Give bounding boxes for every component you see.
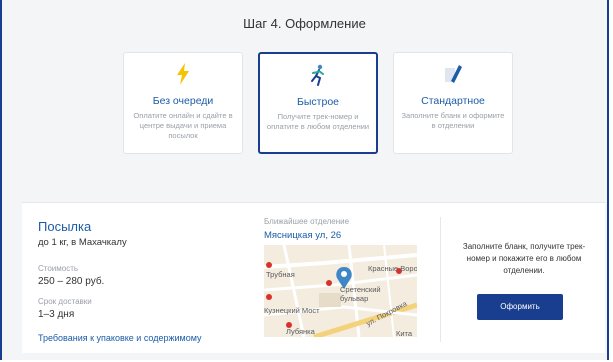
map-label: Сретенский bbox=[340, 285, 381, 294]
term-label: Срок доставки bbox=[38, 297, 92, 306]
nearest-office-address[interactable]: Мясницкая ул, 26 bbox=[264, 230, 341, 241]
parcel-subtitle: до 1 кг, в Махачкалу bbox=[38, 237, 127, 248]
nearest-office-label: Ближайшее отделение bbox=[264, 217, 350, 226]
map-label: Кузнецкий Мост bbox=[264, 306, 320, 315]
map-label: бульвар bbox=[340, 294, 369, 303]
cost-value: 250 – 280 руб. bbox=[38, 276, 105, 287]
requirements-link[interactable]: Требования к упаковке и содержимому bbox=[38, 333, 202, 343]
lightning-icon bbox=[124, 63, 242, 85]
option-title: Без очереди bbox=[152, 95, 214, 107]
option-desc: Заполните бланк и оформите в отделении bbox=[401, 111, 505, 130]
runner-icon bbox=[260, 64, 376, 86]
option-title: Стандартное bbox=[421, 95, 485, 107]
option-title: Быстрое bbox=[296, 96, 339, 108]
step-title: Шаг 4. Оформление bbox=[243, 16, 366, 31]
submit-button[interactable]: Оформить bbox=[477, 294, 563, 320]
map-label: Трубная bbox=[266, 270, 295, 279]
parcel-title: Посылка bbox=[38, 219, 92, 234]
form-pen-icon bbox=[394, 63, 512, 85]
map-label: Лубянка bbox=[286, 327, 315, 336]
option-desc: Получите трек-номер и оплатите в любом о… bbox=[266, 112, 370, 131]
action-hint: Заполните бланк, получите трек-номер и п… bbox=[462, 242, 586, 275]
parcel-card: Посылка до 1 кг, в Махачкалу Стоимость 2… bbox=[22, 202, 605, 353]
divider bbox=[440, 217, 441, 342]
option-desc: Оплатите онлайн и сдайте в центре выдачи… bbox=[133, 111, 233, 140]
map-label: Красные Ворот bbox=[368, 264, 417, 273]
office-map[interactable]: Трубная Красные Ворот Сретенский бульвар… bbox=[264, 245, 417, 337]
option-no-queue[interactable]: Без очереди Оплатите онлайн и сдайте в ц… bbox=[123, 52, 243, 154]
step-section: Шаг 4. Оформление Без очереди Оплатите о… bbox=[2, 0, 607, 187]
cost-label: Стоимость bbox=[38, 264, 79, 273]
option-standard[interactable]: Стандартное Заполните бланк и оформите в… bbox=[393, 52, 513, 154]
map-label: Кита bbox=[396, 329, 413, 337]
term-value: 1–3 дня bbox=[38, 309, 75, 320]
option-fast[interactable]: Быстрое Получите трек-номер и оплатите в… bbox=[258, 52, 378, 154]
